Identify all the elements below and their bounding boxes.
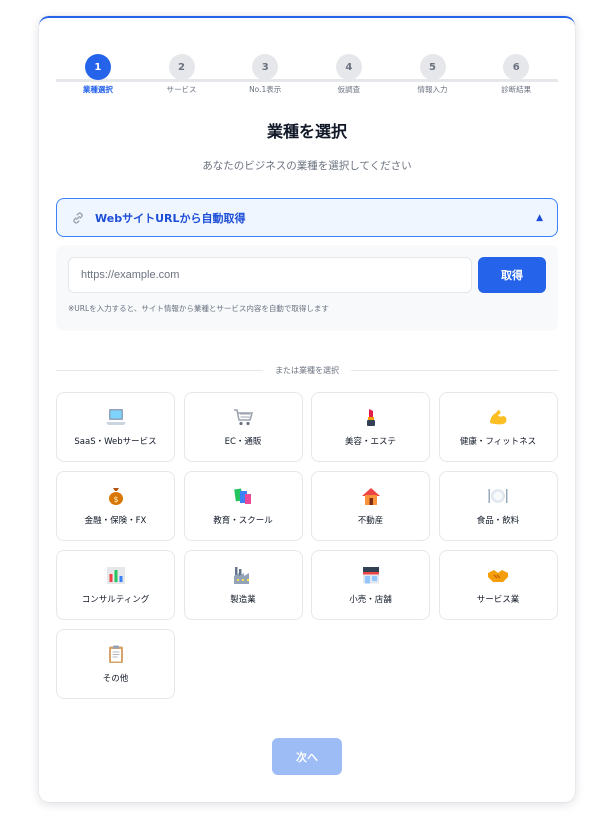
plate-cutlery-icon (487, 486, 509, 506)
industry-option[interactable]: SaaS・Webサービス (56, 392, 175, 462)
url-help-note: ※URLを入力すると、サイト情報から業種とサービス内容を自動で取得します (68, 304, 329, 313)
industry-label: その他 (102, 674, 129, 684)
divider-text: または業種を選択 (275, 365, 339, 375)
step-number: 3 (252, 54, 279, 80)
industry-option[interactable]: サービス業 (438, 550, 558, 620)
industry-label: 健康・フィットネス (459, 437, 537, 447)
industry-option[interactable]: その他 (56, 629, 175, 699)
progress-stepper: 1 業種選択 2 サービス 3 No.1表示 4 仮調査 5 情報入力 6 診断結果 (56, 54, 558, 114)
step-number: 2 (168, 54, 195, 80)
industry-label: 小売・店舗 (349, 595, 392, 605)
industry-label: サービス業 (476, 595, 520, 605)
next-button[interactable]: 次へ (272, 738, 342, 775)
step-4: 4 仮調査 (307, 54, 391, 95)
url-autofill-toggle[interactable]: WebサイトURLから自動取得 ▲ (56, 198, 558, 237)
divider-line-right (351, 369, 558, 371)
industry-option[interactable]: 不動産 (311, 471, 430, 541)
step-6: 6 診断結果 (474, 54, 558, 95)
step-label: サービス (166, 85, 197, 94)
step-3: 3 No.1表示 (223, 54, 307, 95)
books-icon (232, 486, 254, 506)
lipstick-icon (360, 407, 382, 427)
link-icon (71, 211, 85, 225)
page-title: 業種を選択 (266, 122, 347, 141)
industry-label: コンサルティング (81, 595, 150, 605)
svg-text:$: $ (113, 495, 118, 504)
divider-line-left (56, 369, 263, 371)
industry-label: SaaS・Webサービス (74, 437, 157, 447)
industry-label: 金融・保険・FX (84, 516, 147, 526)
clipboard-icon (105, 644, 127, 664)
or-divider: または業種を選択 (56, 363, 558, 377)
step-number: 6 (503, 54, 530, 80)
website-url-input[interactable] (68, 257, 472, 293)
shopping-cart-icon (232, 407, 254, 427)
url-fetch-panel: 取得 ※URLを入力すると、サイト情報から業種とサービス内容を自動で取得します (56, 245, 558, 331)
house-icon (360, 486, 382, 506)
industry-option[interactable]: 健康・フィットネス (438, 392, 558, 462)
flexed-biceps-icon (487, 407, 509, 427)
wizard-card: 1 業種選択 2 サービス 3 No.1表示 4 仮調査 5 情報入力 6 診断結果 業種を選択 あな… (39, 16, 575, 802)
industry-option[interactable]: EC・通販 (183, 392, 303, 462)
industry-label: 美容・エステ (344, 437, 396, 447)
caret-up-icon: ▲ (536, 212, 543, 223)
step-label: 仮調査 (337, 85, 361, 94)
industry-option[interactable]: 製造業 (183, 550, 303, 620)
handshake-icon (487, 565, 509, 585)
step-label: 業種選択 (82, 85, 113, 94)
step-5: 5 情報入力 (391, 54, 475, 95)
step-label: 診断結果 (501, 85, 532, 94)
url-autofill-label: WebサイトURLから自動取得 (95, 211, 246, 225)
industry-label: 不動産 (357, 516, 384, 526)
step-number: 5 (419, 54, 446, 80)
step-label: No.1表示 (249, 85, 282, 94)
industry-option[interactable]: 食品・飲料 (438, 471, 558, 541)
bar-chart-icon (105, 565, 127, 585)
industry-label: 食品・飲料 (476, 516, 520, 526)
fetch-button[interactable]: 取得 (478, 257, 546, 293)
industry-label: 製造業 (230, 595, 256, 605)
money-bag-icon: $ (105, 486, 127, 506)
industry-option[interactable]: 小売・店舗 (311, 550, 430, 620)
industry-option[interactable]: コンサルティング (56, 550, 175, 620)
laptop-icon (105, 407, 127, 427)
step-2: 2 サービス (140, 54, 224, 95)
convenience-store-icon (360, 565, 382, 585)
step-1: 1 業種選択 (56, 54, 140, 95)
step-label: 情報入力 (417, 85, 448, 94)
step-number: 1 (84, 54, 111, 80)
industry-label: 教育・スクール (213, 516, 273, 526)
industry-option[interactable]: $ 金融・保険・FX (56, 471, 175, 541)
industry-label: EC・通販 (224, 437, 262, 447)
industry-option[interactable]: 教育・スクール (183, 471, 303, 541)
factory-icon (232, 565, 254, 585)
page-subtitle: あなたのビジネスの業種を選択してください (202, 160, 412, 172)
industry-option[interactable]: 美容・エステ (311, 392, 430, 462)
industry-grid: SaaS・Webサービス EC・通販 美容・エステ 健康・フィットネス $ 金融・保険・F… (56, 392, 559, 699)
step-number: 4 (335, 54, 362, 80)
